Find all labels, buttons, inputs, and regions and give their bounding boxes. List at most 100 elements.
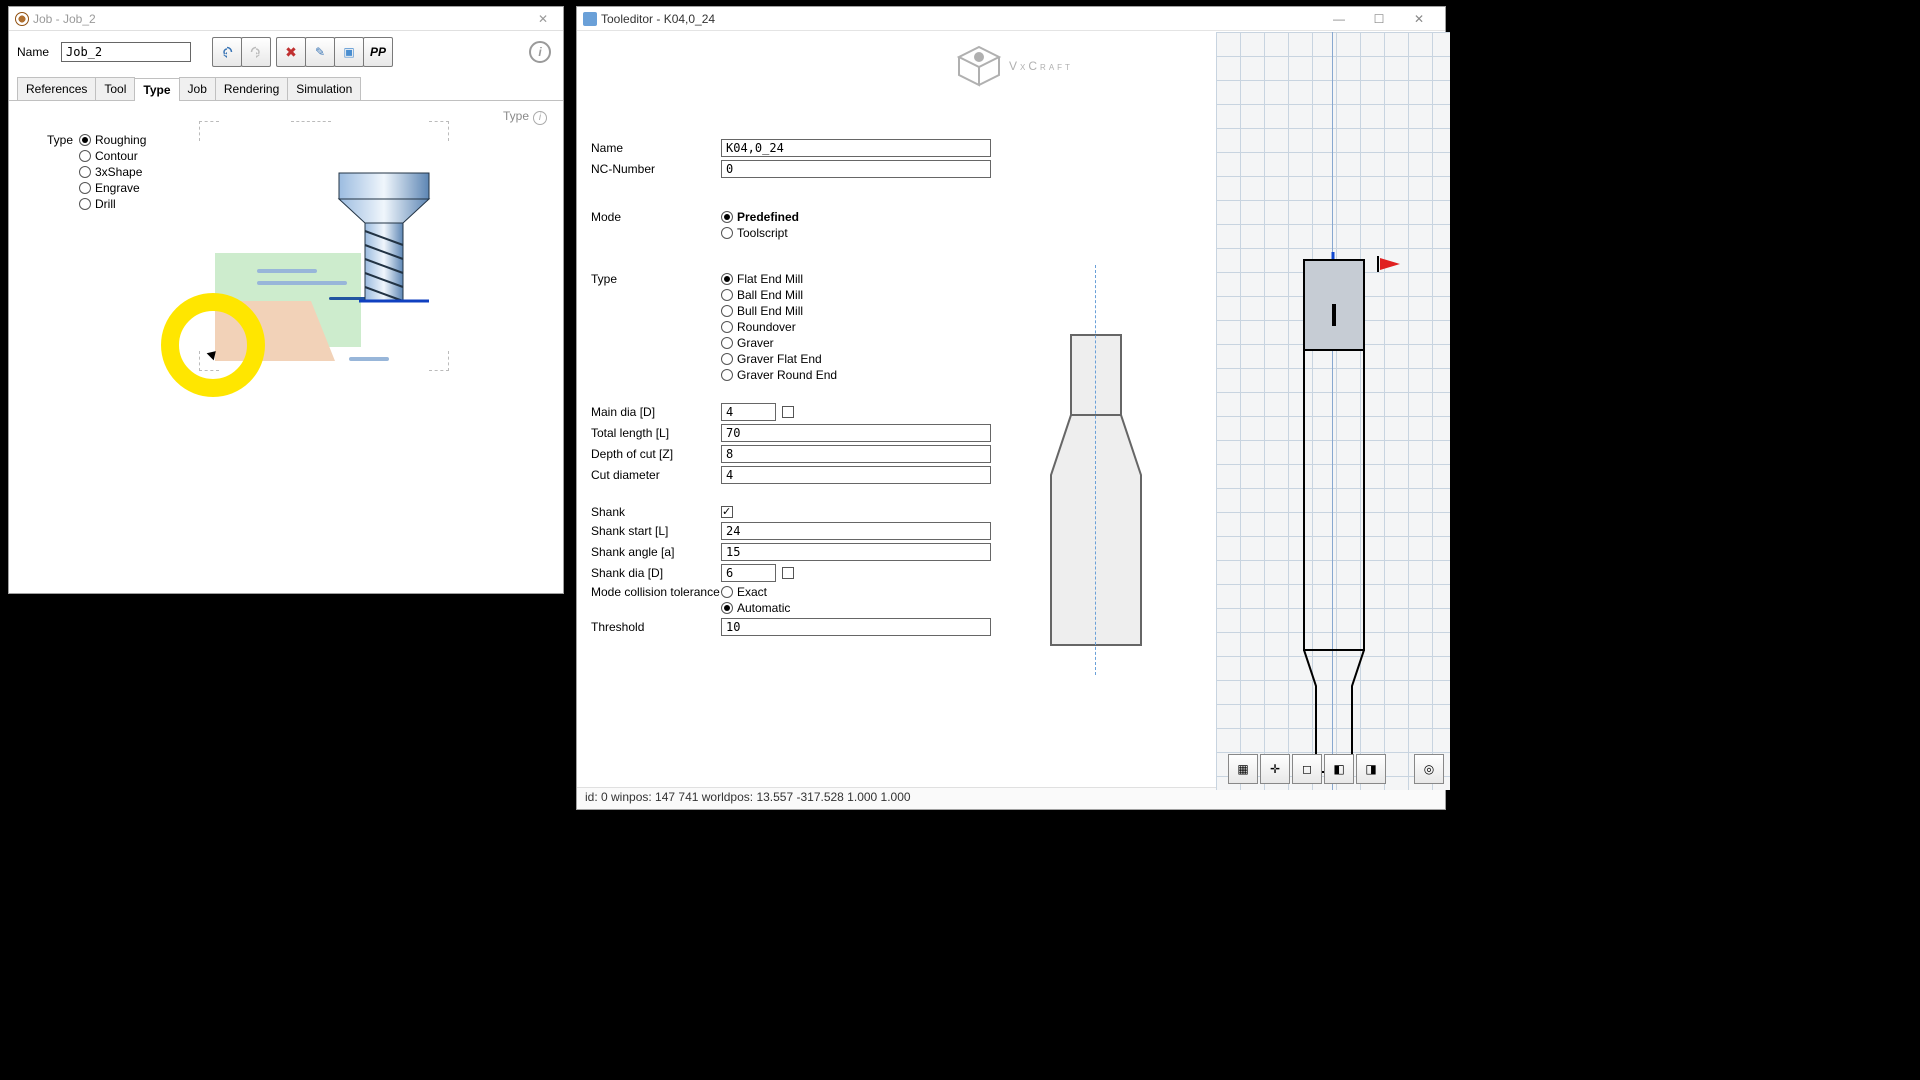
view-iso1-button[interactable]: ◧ — [1324, 754, 1354, 784]
name-input[interactable] — [721, 139, 991, 157]
shank-checkbox[interactable] — [721, 506, 733, 518]
type-label: Type — [19, 133, 79, 147]
shank-dia-label: Shank dia [D] — [591, 566, 721, 580]
radio-contour[interactable]: Contour — [79, 149, 146, 163]
radio-dot-icon — [721, 586, 733, 598]
radio-dot-icon — [721, 305, 733, 317]
redo-button[interactable] — [241, 37, 271, 67]
delete-tool-icon: ✖ — [285, 44, 297, 61]
collision-label: Mode collision tolerance — [591, 585, 721, 599]
status-bar: id: 0 winpos: 147 741 worldpos: 13.557 -… — [577, 787, 1445, 809]
radio-dot-icon — [721, 337, 733, 349]
main-dia-label: Main dia [D] — [591, 405, 721, 419]
tooleditor-titlebar[interactable]: Tooleditor - K04,0_24 — ☐ ✕ — [577, 7, 1445, 31]
delete-tool-button[interactable]: ✖ — [276, 37, 306, 67]
maximize-icon[interactable]: ☐ — [1359, 8, 1399, 30]
shank-angle-label: Shank angle [a] — [591, 545, 721, 559]
shank-dia-input[interactable] — [721, 564, 776, 582]
threshold-input[interactable] — [721, 618, 991, 636]
job-window: Job - Job_2 ✕ Name ✖ ✎ ▣ PP i References… — [8, 6, 564, 594]
minimize-icon[interactable]: — — [1319, 8, 1359, 30]
tool-silhouette-icon — [1294, 256, 1374, 776]
shank-start-input[interactable] — [721, 522, 991, 540]
radio-dot-icon — [721, 227, 733, 239]
radio-dot-icon — [79, 150, 91, 162]
radio-roughing[interactable]: Roughing — [79, 133, 146, 147]
shank-angle-input[interactable] — [721, 543, 991, 561]
roughing-illustration — [199, 121, 449, 371]
recenter-button[interactable]: ◎ — [1414, 754, 1444, 784]
radio-flat-end-mill[interactable]: Flat End Mill — [721, 272, 837, 286]
radio-graver-round[interactable]: Graver Round End — [721, 368, 837, 382]
radio-graver[interactable]: Graver — [721, 336, 837, 350]
preview-icon: ▣ — [343, 45, 354, 59]
nc-number-input[interactable] — [721, 160, 991, 178]
grid-snap-button[interactable]: ▦ — [1228, 754, 1258, 784]
tab-simulation[interactable]: Simulation — [287, 77, 361, 100]
radio-engrave[interactable]: Engrave — [79, 181, 146, 195]
logo-cube-icon — [949, 43, 1009, 89]
tab-tool[interactable]: Tool — [95, 77, 135, 100]
pp-button[interactable]: PP — [363, 37, 393, 67]
info-icon[interactable]: i — [529, 41, 551, 63]
radio-exact[interactable]: Exact — [721, 585, 790, 599]
cube-front-icon: ◻ — [1302, 762, 1312, 776]
close-icon[interactable]: ✕ — [529, 12, 557, 26]
radio-roundover[interactable]: Roundover — [721, 320, 837, 334]
job-titlebar[interactable]: Job - Job_2 ✕ — [9, 7, 563, 31]
radio-dot-icon — [721, 321, 733, 333]
radio-dot-icon — [721, 353, 733, 365]
radio-toolscript[interactable]: Toolscript — [721, 226, 799, 240]
shank-start-label: Shank start [L] — [591, 524, 721, 538]
cut-diameter-input[interactable] — [721, 466, 991, 484]
threshold-label: Threshold — [591, 620, 721, 634]
radio-bull-end-mill[interactable]: Bull End Mill — [721, 304, 837, 318]
axis-icon: ✛ — [1270, 762, 1280, 776]
undo-button[interactable] — [212, 37, 242, 67]
radio-dot-icon — [79, 182, 91, 194]
main-dia-input[interactable] — [721, 403, 776, 421]
shank-label: Shank — [591, 505, 721, 519]
tool-preview-grid[interactable]: ▦ ✛ ◻ ◧ ◨ ◎ — [1216, 32, 1450, 790]
radio-dot-icon — [721, 273, 733, 285]
target-icon: ◎ — [1424, 762, 1434, 776]
total-length-input[interactable] — [721, 424, 991, 442]
radio-dot-icon — [721, 211, 733, 223]
view-iso2-button[interactable]: ◨ — [1356, 754, 1386, 784]
total-length-label: Total length [L] — [591, 426, 721, 440]
tooleditor-app-icon — [583, 12, 597, 26]
radio-ball-end-mill[interactable]: Ball End Mill — [721, 288, 837, 302]
radio-predefined[interactable]: Predefined — [721, 210, 799, 224]
info-small-icon[interactable]: i — [533, 111, 547, 125]
mode-label: Mode — [591, 210, 721, 224]
tool-type-label: Type — [591, 272, 721, 286]
radio-dot-icon — [79, 134, 91, 146]
edit-tool-button[interactable]: ✎ — [305, 37, 335, 67]
tab-rendering[interactable]: Rendering — [215, 77, 288, 100]
tab-references[interactable]: References — [17, 77, 96, 100]
cut-diameter-label: Cut diameter — [591, 468, 721, 482]
tooleditor-window-title: Tooleditor - K04,0_24 — [601, 12, 1319, 26]
view-toolbar: ▦ ✛ ◻ ◧ ◨ — [1228, 754, 1386, 784]
radio-3xshape[interactable]: 3xShape — [79, 165, 146, 179]
preview-button[interactable]: ▣ — [334, 37, 364, 67]
tab-job[interactable]: Job — [179, 77, 216, 100]
radio-dot-icon — [721, 289, 733, 301]
tab-type[interactable]: Type — [134, 78, 179, 101]
view-front-button[interactable]: ◻ — [1292, 754, 1322, 784]
radio-drill[interactable]: Drill — [79, 197, 146, 211]
radio-automatic[interactable]: Automatic — [721, 601, 790, 615]
shank-dia-lock-checkbox[interactable] — [782, 567, 794, 579]
axis-button[interactable]: ✛ — [1260, 754, 1290, 784]
radio-graver-flat[interactable]: Graver Flat End — [721, 352, 837, 366]
name-label: Name — [591, 141, 721, 155]
main-dia-lock-checkbox[interactable] — [782, 406, 794, 418]
job-app-icon — [15, 12, 29, 26]
pp-label: PP — [370, 45, 386, 59]
depth-of-cut-input[interactable] — [721, 445, 991, 463]
job-name-input[interactable] — [61, 42, 191, 62]
close-icon[interactable]: ✕ — [1399, 8, 1439, 30]
edit-tool-icon: ✎ — [315, 45, 325, 59]
tool-profile-illustration — [1001, 265, 1191, 675]
job-name-label: Name — [17, 45, 53, 59]
